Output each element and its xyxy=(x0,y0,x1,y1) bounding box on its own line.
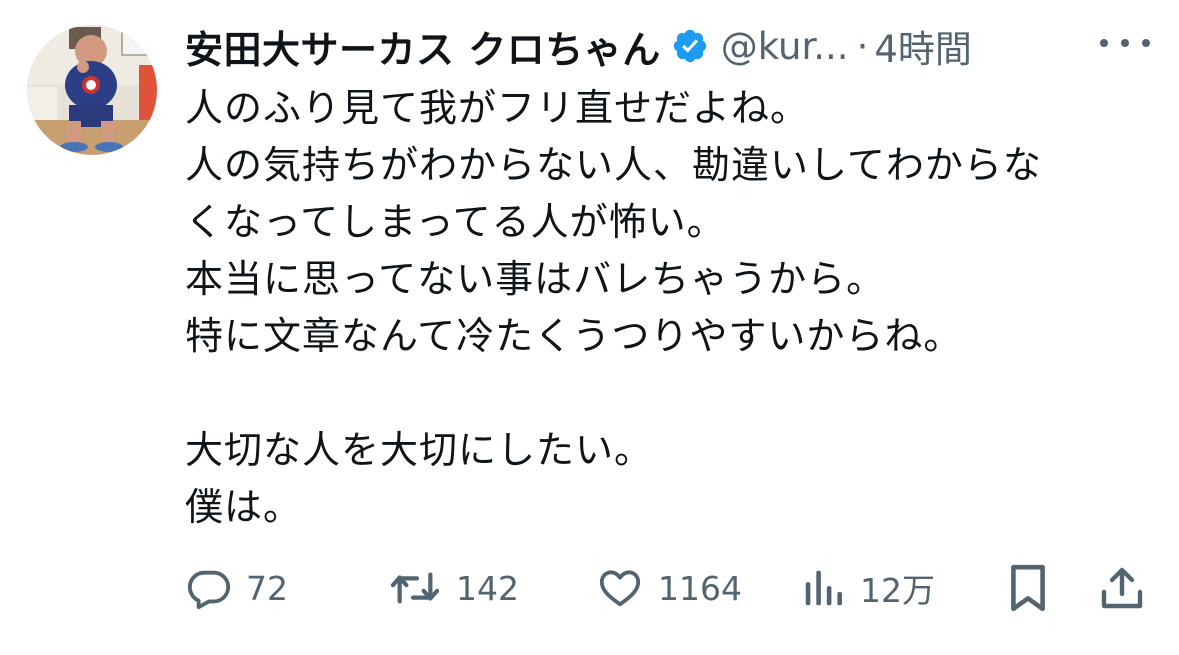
tweet-line: 人のふり見て我がフリ直せだよね。 xyxy=(185,86,810,130)
views-count: 12万 xyxy=(860,571,935,610)
tweet-line: 本当に思ってない事はバレちゃうから。 xyxy=(185,257,886,301)
more-options-icon[interactable] xyxy=(1100,25,1150,61)
dot xyxy=(1121,39,1129,47)
tweet-line: 特に文章なんて冷たくうつりやすいからね。 xyxy=(185,314,963,358)
verified-badge-icon[interactable] xyxy=(671,27,709,65)
tweet-line: 大切な人を大切にしたい。 xyxy=(185,428,654,472)
tweet-line xyxy=(185,365,1145,422)
dot xyxy=(1100,39,1108,47)
views-icon xyxy=(805,570,842,606)
tweet-line: 僕は。 xyxy=(185,485,303,529)
display-name[interactable]: 安田大サーカス クロちゃん xyxy=(185,19,661,74)
tweet[interactable]: 安田大サーカス クロちゃん @kur... · 4時間 人のふり見て我がフリ直せ… xyxy=(0,0,1179,655)
reply-icon xyxy=(187,570,231,610)
share-icon xyxy=(1101,567,1143,609)
action-bar: 72 142 1164 12万 xyxy=(0,560,1179,616)
separator-dot: · xyxy=(856,24,869,68)
retweet-button[interactable]: 142 xyxy=(388,560,519,616)
avatar[interactable] xyxy=(27,25,157,155)
avatar-photo xyxy=(27,25,157,155)
bookmark-icon xyxy=(1011,564,1045,612)
retweet-icon xyxy=(390,572,440,604)
dot xyxy=(1142,39,1150,47)
reply-count: 72 xyxy=(246,568,288,608)
share-button[interactable] xyxy=(1098,560,1146,616)
tweet-text: 人のふり見て我がフリ直せだよね。 人の気持ちがわからない人、勘違いしてわからな … xyxy=(185,80,1145,536)
heart-icon xyxy=(599,570,641,607)
bookmark-button[interactable] xyxy=(1006,560,1050,616)
tweet-line: 人の気持ちがわからない人、勘違いしてわからな xyxy=(185,143,1042,187)
timestamp[interactable]: 4時間 xyxy=(874,19,972,73)
views-button[interactable]: 12万 xyxy=(800,560,935,616)
tweet-header: 安田大サーカス クロちゃん @kur... · 4時間 xyxy=(185,18,972,74)
tweet-line: くなってしまってる人が怖い。 xyxy=(185,200,726,244)
reply-button[interactable]: 72 xyxy=(186,560,288,616)
like-count: 1164 xyxy=(658,568,742,608)
retweet-count: 142 xyxy=(456,568,519,608)
user-handle[interactable]: @kur... xyxy=(721,25,849,68)
like-button[interactable]: 1164 xyxy=(596,560,742,616)
